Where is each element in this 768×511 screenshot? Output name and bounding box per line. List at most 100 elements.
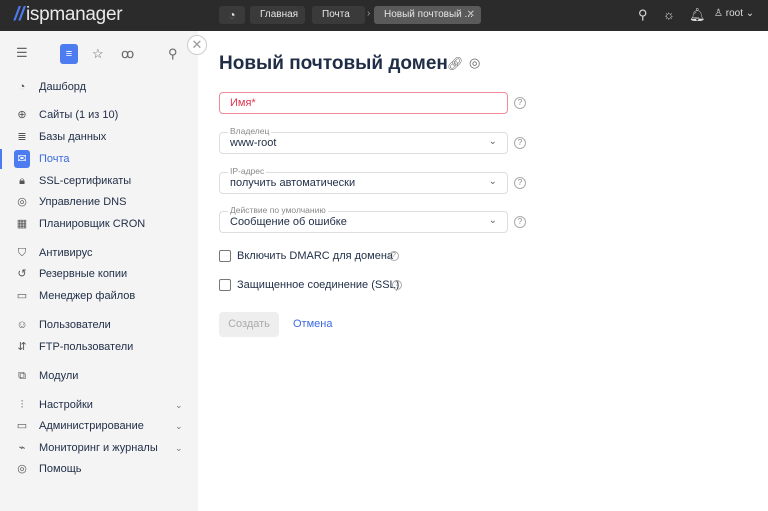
default-action-select[interactable]: Действие по умолчанию Сообщение об ошибке… bbox=[219, 205, 508, 233]
sidebar-item-icon: ⧉ bbox=[18, 370, 26, 382]
sidebar-item-label: Помощь bbox=[39, 463, 82, 475]
sidebar-item-icon: ☺ bbox=[16, 319, 28, 331]
sidebar-item-icon: ≣ bbox=[17, 131, 27, 143]
sidebar-item-icon: ⇵ bbox=[17, 341, 27, 353]
help-icon[interactable]: ? bbox=[514, 177, 526, 189]
action-label: Действие по умолчанию bbox=[228, 205, 328, 215]
sidebar-item[interactable]: ▭ Администрирование ⌄ bbox=[0, 416, 198, 436]
sidebar-item-label: Почта bbox=[39, 153, 70, 165]
sidebar-item-label: SSL-сертификаты bbox=[39, 175, 132, 187]
help-icon[interactable]: ? bbox=[514, 97, 526, 109]
menu-list-icon[interactable]: ≡ bbox=[60, 44, 78, 64]
breadcrumb-mail[interactable]: Почта bbox=[312, 6, 365, 24]
ip-value: получить автоматически bbox=[230, 177, 356, 189]
sidebar-item-icon: ↺ bbox=[17, 268, 27, 280]
ip-select[interactable]: IP-адрес получить автоматически ⌄ bbox=[219, 166, 508, 194]
bell-icon[interactable]: 🔔︎ bbox=[689, 7, 706, 23]
page-title: Новый почтовый домен bbox=[219, 53, 448, 74]
sidebar-item-icon: ▭ bbox=[16, 290, 28, 302]
help-lifebuoy-icon[interactable]: ◎ bbox=[469, 55, 480, 71]
sidebar-item[interactable]: ✉ Почта bbox=[0, 149, 198, 169]
chevron-down-icon[interactable]: ⌄ bbox=[175, 395, 183, 415]
sidebar-item-icon: ◎ bbox=[17, 463, 27, 475]
ssl-label[interactable]: Защищенное соединение (SSL) bbox=[237, 279, 399, 291]
favorites-star-icon[interactable]: ☆ bbox=[92, 46, 104, 62]
user-icon: ♙ bbox=[714, 8, 723, 19]
search-icon[interactable]: ⚲ bbox=[638, 7, 648, 23]
sidebar-item-icon: ▭ bbox=[16, 420, 28, 432]
sidebar-item[interactable]: ⇵ FTP-пользователи bbox=[0, 337, 198, 357]
sidebar-item-label: Пользователи bbox=[39, 319, 111, 331]
sidebar-item-label: Модули bbox=[39, 370, 79, 382]
ssl-checkbox[interactable] bbox=[219, 279, 231, 291]
sidebar-item-icon: ⊕ bbox=[17, 109, 27, 121]
top-bar: //ispmanager ◔ Главная Почта › Новый поч… bbox=[0, 0, 768, 31]
close-tab-icon[interactable]: ✕ bbox=[467, 6, 475, 24]
sidebar-item[interactable]: ◎ Помощь bbox=[0, 459, 198, 479]
collapse-sidebar-button[interactable]: ✕ bbox=[187, 35, 207, 55]
chevron-down-icon[interactable]: ⌄ bbox=[175, 438, 183, 458]
sidebar-item-label: Менеджер файлов bbox=[39, 290, 136, 302]
sidebar-item[interactable]: 🔒︎ SSL-сертификаты bbox=[0, 171, 198, 191]
help-icon[interactable]: ? bbox=[514, 216, 526, 228]
sidebar-item[interactable]: ◎ Управление DNS bbox=[0, 192, 198, 212]
sidebar-item[interactable]: ⛉ Антивирус bbox=[0, 243, 198, 263]
sidebar-item[interactable]: ⊕ Сайты (1 из 10) bbox=[0, 105, 198, 125]
chevron-down-icon: ⌄ bbox=[488, 215, 497, 226]
sidebar-item-label: Управление DNS bbox=[39, 196, 127, 208]
sidebar-item[interactable]: ⫶ Настройки ⌄ bbox=[0, 395, 198, 415]
sidebar-item[interactable]: ▦ Планировщик CRON bbox=[0, 214, 198, 234]
sidebar-item-label: Планировщик CRON bbox=[39, 218, 146, 230]
sidebar-item-label: Базы данных bbox=[39, 131, 107, 143]
create-button[interactable]: Создать bbox=[219, 312, 279, 337]
footprints-icon[interactable]: ꝏ bbox=[121, 46, 134, 62]
owner-value: www-root bbox=[230, 137, 277, 149]
sidebar-item-icon: ⫶ bbox=[20, 399, 24, 411]
breadcrumb-home[interactable]: Главная bbox=[250, 6, 305, 24]
sidebar-item-icon: ▦ bbox=[16, 218, 28, 230]
tab-label: Новый почтовый ... bbox=[384, 9, 473, 20]
sidebar-item[interactable]: ☺ Пользователи bbox=[0, 315, 198, 335]
sidebar-item[interactable]: ◔ Дашборд bbox=[0, 77, 198, 97]
sidebar-item-label: Резервные копии bbox=[39, 268, 128, 280]
logo[interactable]: //ispmanager bbox=[14, 4, 123, 26]
link-icon[interactable]: 🔗︎ bbox=[447, 56, 464, 72]
name-placeholder: Имя* bbox=[230, 97, 256, 109]
user-menu[interactable]: ♙ root ⌄ bbox=[714, 8, 754, 19]
sidebar-item-label: Настройки bbox=[39, 399, 93, 411]
chevron-down-icon: ⌄ bbox=[488, 136, 497, 147]
username: root bbox=[725, 8, 743, 19]
theme-sun-icon[interactable]: ☼ bbox=[663, 7, 675, 22]
owner-label: Владелец bbox=[228, 126, 272, 136]
dmarc-label[interactable]: Включить DMARC для домена bbox=[237, 250, 393, 262]
sidebar-item[interactable]: ▭ Менеджер файлов bbox=[0, 286, 198, 306]
sidebar-item[interactable]: ⧉ Модули bbox=[0, 366, 198, 386]
help-icon[interactable]: ? bbox=[392, 280, 402, 290]
action-value: Сообщение об ошибке bbox=[230, 216, 347, 228]
sidebar-item-label: Мониторинг и журналы bbox=[39, 442, 158, 454]
sidebar-item-label: Дашборд bbox=[39, 81, 87, 93]
hamburger-menu-icon[interactable]: ☰ bbox=[16, 45, 28, 61]
dashboard-crumb-button[interactable]: ◔ bbox=[219, 6, 245, 24]
sidebar-item-label: Администрирование bbox=[39, 420, 144, 432]
ip-label: IP-адрес bbox=[228, 166, 267, 176]
chevron-down-icon: ⌄ bbox=[488, 176, 497, 187]
sidebar-item[interactable]: ↺ Резервные копии bbox=[0, 264, 198, 284]
sidebar-item-icon: ⌁ bbox=[18, 442, 26, 454]
sidebar-item-icon: 🔒︎ bbox=[19, 175, 25, 187]
sidebar-item-icon: ✉ bbox=[14, 150, 30, 168]
sidebar-item[interactable]: ≣ Базы данных bbox=[0, 127, 198, 147]
help-icon[interactable]: ? bbox=[389, 251, 399, 261]
name-input[interactable]: Имя* bbox=[219, 92, 508, 114]
breadcrumb-current-tab[interactable]: Новый почтовый ... ✕ bbox=[374, 6, 481, 24]
owner-select[interactable]: Владелец www-root ⌄ bbox=[219, 126, 508, 154]
sidebar-item-icon: ⛉ bbox=[17, 247, 27, 259]
cancel-link[interactable]: Отмена bbox=[293, 318, 332, 330]
sidebar-item-label: Сайты (1 из 10) bbox=[39, 109, 119, 121]
help-icon[interactable]: ? bbox=[514, 137, 526, 149]
sidebar-item[interactable]: ⌁ Мониторинг и журналы ⌄ bbox=[0, 438, 198, 458]
chevron-down-icon[interactable]: ⌄ bbox=[175, 416, 183, 436]
dmarc-checkbox[interactable] bbox=[219, 250, 231, 262]
sidebar-item-icon: ◎ bbox=[17, 196, 27, 208]
sidebar-search-icon[interactable]: ⚲ bbox=[168, 46, 178, 62]
